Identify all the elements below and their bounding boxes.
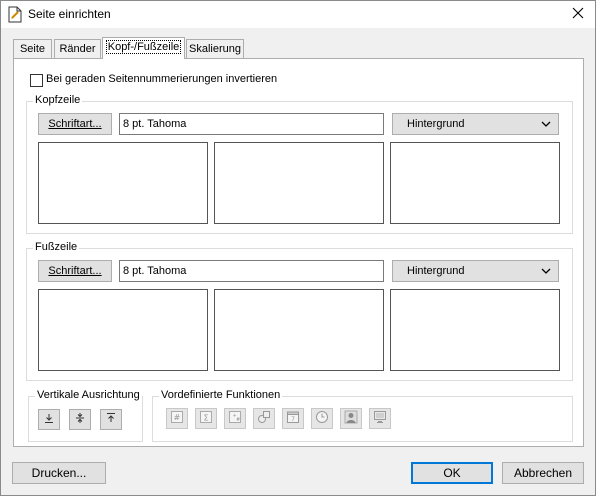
insert-page-count-button[interactable]: + # — [224, 408, 246, 429]
insert-date-button[interactable]: 7 — [282, 408, 304, 429]
insert-computer-button[interactable] — [369, 408, 391, 429]
header-left-box[interactable] — [38, 142, 208, 224]
svg-text:Σ: Σ — [203, 414, 208, 423]
invert-checkbox[interactable] — [30, 74, 43, 87]
alignment-group-label: Vertikale Ausrichtung — [35, 389, 142, 401]
header-font-button-label: Schriftart... — [48, 118, 102, 130]
header-background-select[interactable]: Hintergrund — [392, 113, 559, 135]
tab-raender[interactable]: Ränder — [54, 39, 101, 58]
time-icon — [315, 410, 329, 427]
footer-right-box[interactable] — [390, 289, 560, 371]
functions-group-label: Vordefinierte Funktionen — [159, 389, 283, 401]
footer-group-label: Fußzeile — [33, 241, 80, 253]
insert-time-button[interactable] — [311, 408, 333, 429]
footer-group: Fußzeile Schriftart... 8 pt. Tahoma Hint… — [26, 241, 573, 381]
footer-center-box[interactable] — [214, 289, 384, 371]
page-number-icon: # — [170, 410, 184, 427]
page-count-icon: + # — [228, 410, 242, 427]
insert-page-number-button[interactable]: # — [166, 408, 188, 429]
tab-label: Seite — [19, 43, 46, 55]
tab-seite[interactable]: Seite — [13, 39, 52, 58]
insert-shapes-button[interactable] — [253, 408, 275, 429]
align-bottom-icon — [43, 412, 55, 427]
alignment-group: Vertikale Ausrichtung — [28, 389, 143, 442]
header-background-value: Hintergrund — [407, 118, 465, 130]
footer-font-field[interactable]: 8 pt. Tahoma — [119, 260, 384, 282]
insert-sum-button[interactable]: Σ — [195, 408, 217, 429]
title-bar: Seite einrichten — [1, 1, 595, 28]
header-group-label: Kopfzeile — [33, 94, 83, 106]
tab-skalierung[interactable]: Skalierung — [186, 39, 244, 58]
invert-checkbox-label[interactable]: Bei geraden Seitennummerierungen inverti… — [46, 73, 277, 85]
tab-kopf-fusszeile[interactable]: Kopf-/Fußzeile — [102, 37, 185, 59]
svg-text:#: # — [236, 417, 240, 423]
tab-panel: Bei geraden Seitennummerierungen inverti… — [13, 58, 584, 447]
shapes-icon — [257, 410, 271, 427]
footer-font-button[interactable]: Schriftart... — [38, 260, 112, 282]
cancel-button[interactable]: Abbrechen — [502, 462, 584, 484]
align-top-button[interactable] — [100, 409, 122, 430]
print-button[interactable]: Drucken... — [12, 462, 106, 484]
footer-font-button-label: Schriftart... — [48, 265, 102, 277]
page-setup-dialog: Seite einrichten Seite Ränder Kopf-/Fußz… — [0, 0, 596, 496]
svg-text:7: 7 — [291, 416, 295, 423]
chevron-down-icon — [537, 263, 555, 279]
header-group: Kopfzeile Schriftart... 8 pt. Tahoma Hin… — [26, 94, 573, 234]
header-center-box[interactable] — [214, 142, 384, 224]
ok-button[interactable]: OK — [411, 462, 493, 484]
chevron-down-icon — [537, 116, 555, 132]
align-middle-icon — [74, 412, 86, 427]
user-icon — [344, 410, 358, 427]
computer-icon — [373, 410, 387, 427]
svg-text:#: # — [174, 413, 181, 422]
close-icon — [572, 7, 584, 22]
footer-background-value: Hintergrund — [407, 265, 465, 277]
align-top-icon — [105, 412, 117, 427]
sum-icon: Σ — [199, 410, 213, 427]
tab-label: Kopf-/Fußzeile — [105, 40, 182, 54]
close-button[interactable] — [561, 1, 595, 28]
page-setup-icon — [7, 6, 23, 23]
align-bottom-button[interactable] — [38, 409, 60, 430]
insert-user-button[interactable] — [340, 408, 362, 429]
date-icon: 7 — [286, 410, 300, 427]
header-font-field[interactable]: 8 pt. Tahoma — [119, 113, 384, 135]
header-font-button[interactable]: Schriftart... — [38, 113, 112, 135]
footer-background-select[interactable]: Hintergrund — [392, 260, 559, 282]
footer-left-box[interactable] — [38, 289, 208, 371]
functions-group: Vordefinierte Funktionen # Σ + # 7 — [152, 389, 573, 442]
tab-label: Ränder — [59, 43, 96, 55]
header-right-box[interactable] — [390, 142, 560, 224]
window-title: Seite einrichten — [28, 7, 111, 21]
tab-label: Skalierung — [189, 43, 241, 55]
align-middle-button[interactable] — [69, 409, 91, 430]
